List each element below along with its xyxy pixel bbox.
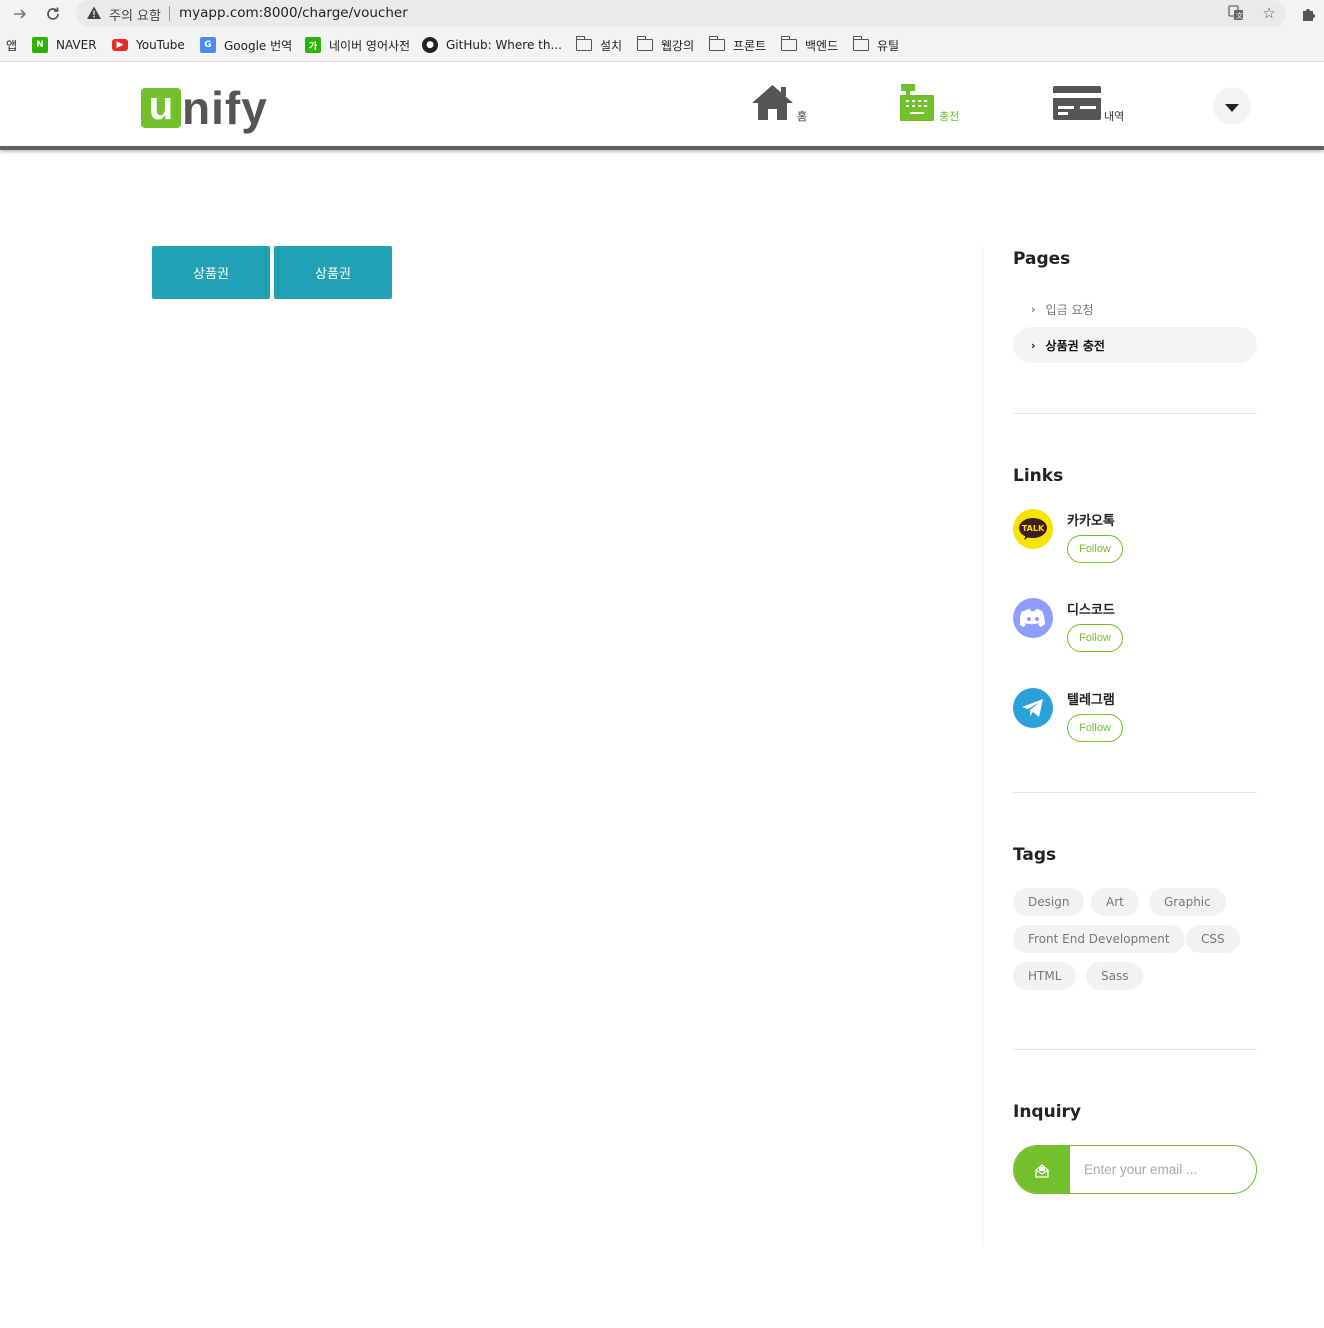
folder-icon [852,36,869,51]
dropdown-toggle-button[interactable] [1213,87,1251,125]
sidebar-border [982,246,983,1246]
bookmark-folder-util[interactable]: 유틸 [852,36,900,53]
bookmark-folder-lecture[interactable]: 웹강의 [636,36,695,53]
logo-wordmark: nify [182,82,268,134]
sidebar-divider [1013,1049,1257,1050]
nav-charge[interactable]: 충전 [897,84,960,126]
forward-arrow-icon[interactable] [10,4,30,24]
link-name: 텔레그램 [1067,693,1115,708]
github-icon: ● [422,37,438,53]
bookmark-naver-dict[interactable]: 가 네이버 영어사전 [305,37,410,53]
bookmark-apps[interactable]: 앱 [6,37,17,53]
security-label[interactable]: 주의 요함 [109,5,161,24]
tag-design[interactable]: Design [1013,888,1085,916]
naver-icon: N [32,37,48,53]
address-separator [169,6,170,21]
chevron-right-icon: › [1031,302,1036,316]
bookmark-youtube-label: YouTube [136,38,185,52]
page-link-deposit-request[interactable]: › 입금 요청 [1013,291,1257,327]
header-divider [0,146,1324,150]
nav-home[interactable]: 홈 [750,85,808,126]
sidebar-divider [1013,413,1257,414]
cash-register-icon [897,82,937,126]
bookmark-folder-install[interactable]: 설치 [575,36,623,53]
extensions-puzzle-icon[interactable] [1298,4,1318,24]
voucher-button-1[interactable]: 상품권 [152,246,270,299]
discord-icon[interactable] [1013,598,1053,638]
nav-history-label: 내역 [1104,110,1125,123]
bookmark-naver[interactable]: N NAVER [32,37,97,53]
tags-title: Tags [1013,845,1057,865]
logo-badge: u [141,86,181,128]
star-icon[interactable]: ☆ [1260,4,1278,22]
bookmark-folder-front-label: 프론트 [733,38,767,53]
envelope-icon [1014,1146,1070,1193]
kakao-badge-text: TALK [1022,524,1045,533]
link-name: 카카오톡 [1067,514,1115,529]
tag-art[interactable]: Art [1091,888,1139,916]
bookmark-google-translate[interactable]: G Google 번역 [200,37,292,53]
url-text[interactable]: myapp.com:8000/charge/voucher [179,5,408,21]
bookmark-apps-label: 앱 [6,38,18,53]
folder-icon [636,36,653,51]
svg-text:文: 文 [1236,11,1243,20]
translate-icon[interactable]: 文 [1227,4,1245,22]
bookmarks-bar: 앱 N NAVER ▶ YouTube G Google 번역 가 네이버 영어… [0,28,1324,62]
bookmark-folder-front[interactable]: 프론트 [708,36,767,53]
unify-logo[interactable]: u nify [141,80,268,134]
tag-front-end-development[interactable]: Front End Development [1013,925,1185,953]
sidebar-divider [1013,792,1257,793]
folder-icon [780,36,797,51]
links-title: Links [1013,466,1064,486]
voucher-button-2[interactable]: 상품권 [274,246,392,299]
youtube-icon: ▶ [112,39,128,51]
bookmark-folder-back[interactable]: 백엔드 [780,36,839,53]
link-name: 디스코드 [1067,603,1115,618]
reload-icon[interactable] [43,4,63,24]
page-link-voucher-charge[interactable]: › 상품권 충전 [1013,327,1257,363]
folder-icon [575,36,592,51]
bookmark-naver-label: NAVER [56,38,97,52]
pages-title: Pages [1013,249,1071,269]
google-translate-icon: G [200,37,216,53]
bookmark-github-label: GitHub: Where th... [446,38,562,52]
tag-html[interactable]: HTML [1013,962,1077,990]
inquiry-email-input[interactable] [1084,1158,1244,1180]
folder-icon [708,36,725,51]
page-link-label: 입금 요청 [1045,302,1094,317]
follow-button-discord[interactable]: Follow [1067,624,1123,652]
tag-graphic[interactable]: Graphic [1149,888,1226,916]
bookmark-folder-lecture-label: 웹강의 [661,38,695,53]
bookmark-google-translate-label: Google 번역 [224,38,293,53]
chevron-right-icon: › [1031,338,1036,352]
bookmark-naver-dict-label: 네이버 영어사전 [329,38,411,53]
link-item-telegram: 텔레그램 Follow [1013,688,1253,748]
credit-card-icon [1052,84,1102,126]
caret-down-icon [1225,103,1239,112]
bookmark-folder-back-label: 백엔드 [805,38,839,53]
home-icon [750,82,795,126]
warning-icon [86,5,102,21]
nav-history[interactable]: 내역 [1052,86,1124,126]
follow-button-kakaotalk[interactable]: Follow [1067,535,1123,563]
bookmark-folder-install-label: 설치 [600,38,623,53]
bookmark-folder-util-label: 유틸 [877,38,900,53]
address-bar[interactable]: 주의 요함 myapp.com:8000/charge/voucher 文 ☆ [76,0,1286,27]
telegram-icon[interactable] [1013,688,1053,728]
inquiry-title: Inquiry [1013,1102,1081,1122]
browser-toolbar: 주의 요함 myapp.com:8000/charge/voucher 文 ☆ [0,0,1324,28]
page-link-label: 상품권 충전 [1045,338,1105,353]
bookmark-github[interactable]: ● GitHub: Where th... [422,37,562,53]
link-item-kakaotalk: TALK 카카오톡 Follow [1013,509,1253,569]
tag-sass[interactable]: Sass [1086,962,1144,990]
tag-css[interactable]: CSS [1186,925,1240,953]
follow-button-telegram[interactable]: Follow [1067,714,1123,742]
naver-dict-icon: 가 [305,37,321,53]
link-item-discord: 디스코드 Follow [1013,598,1253,658]
nav-charge-label: 충전 [939,110,960,123]
kakaotalk-icon[interactable]: TALK [1013,509,1053,549]
bookmark-youtube[interactable]: ▶ YouTube [112,37,185,53]
nav-home-label: 홈 [797,110,808,123]
inquiry-form [1013,1145,1257,1194]
